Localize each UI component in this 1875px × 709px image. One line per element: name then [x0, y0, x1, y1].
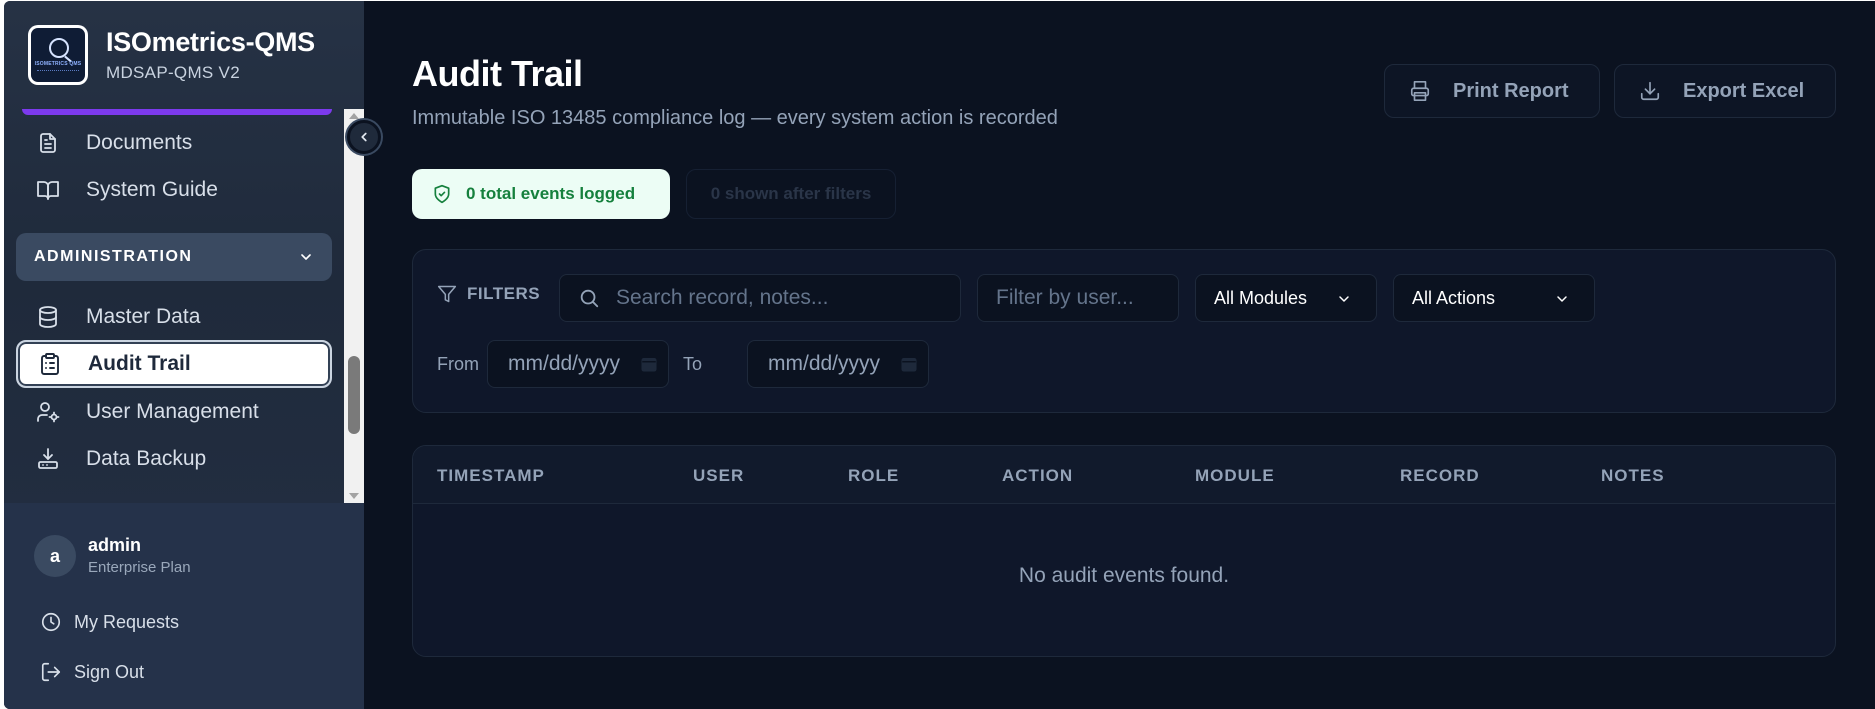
brand-subtitle: MDSAP-QMS V2	[106, 63, 240, 82]
document-icon	[34, 129, 62, 157]
chevron-down-icon	[1339, 296, 1349, 302]
export-excel-label: Export Excel	[1683, 79, 1805, 102]
sidebar-nav: Documents System Guide ADMINISTRATION Ma…	[4, 109, 364, 503]
page-subtitle: Immutable ISO 13485 compliance log — eve…	[412, 107, 1058, 129]
sign-out-link[interactable]: Sign Out	[40, 661, 144, 683]
audit-table: TIMESTAMP USER ROLE ACTION MODULE RECORD…	[412, 445, 1836, 657]
book-icon	[34, 176, 62, 204]
shield-check-icon	[434, 184, 450, 204]
filters-heading: FILTERS	[437, 284, 540, 304]
from-date-placeholder: mm/dd/yyyy	[508, 352, 621, 375]
total-events-badge: 0 total events logged	[412, 169, 670, 219]
column-header-role[interactable]: ROLE	[848, 466, 899, 486]
shown-after-filters-badge: 0 shown after filters	[686, 169, 896, 219]
my-requests-label: My Requests	[74, 611, 180, 632]
table-header: TIMESTAMP USER ROLE ACTION MODULE RECORD…	[413, 446, 1835, 504]
user-name: admin	[88, 535, 142, 555]
download-icon	[1640, 81, 1660, 101]
avatar[interactable]: a	[34, 535, 76, 577]
from-date-input[interactable]: mm/dd/yyyy	[487, 340, 669, 388]
to-date-placeholder: mm/dd/yyyy	[768, 352, 881, 375]
empty-state-message: No audit events found.	[1018, 564, 1230, 587]
sidebar-item-user-management[interactable]: User Management	[16, 388, 332, 436]
brand-title: ISOmetrics-QMS	[106, 27, 315, 57]
filter-icon	[437, 285, 457, 303]
sign-out-label: Sign Out	[74, 661, 145, 682]
sidebar-item-label: Data Backup	[86, 447, 207, 470]
collapse-sidebar-button[interactable]	[347, 120, 381, 154]
sidebar-item-label: Audit Trail	[88, 352, 191, 375]
sidebar-item-system-guide[interactable]: System Guide	[16, 166, 332, 214]
user-plan: Enterprise Plan	[88, 559, 191, 576]
sidebar-item-label: Documents	[86, 131, 193, 154]
sidebar-item-label: Master Data	[86, 305, 201, 328]
to-date-input[interactable]: mm/dd/yyyy	[747, 340, 929, 388]
page-title: Audit Trail	[412, 53, 583, 94]
scroll-down-arrow[interactable]	[349, 493, 359, 499]
user-panel: a admin Enterprise Plan My Requests Sign…	[4, 503, 364, 709]
sidebar: ISOMETRICS QMS ISOmetrics-QMS MDSAP-QMS …	[4, 1, 364, 709]
user-filter-input[interactable]: Filter by user...	[977, 274, 1179, 322]
sidebar-item-label: User Management	[86, 400, 259, 423]
to-label: To	[683, 354, 703, 374]
clock-icon	[41, 612, 61, 632]
chevron-down-icon	[1557, 296, 1567, 302]
sidebar-item-audit-trail[interactable]: Audit Trail	[16, 340, 332, 388]
user-gear-icon	[34, 398, 62, 426]
column-header-timestamp[interactable]: TIMESTAMP	[437, 466, 545, 486]
main-content: Audit Trail Immutable ISO 13485 complian…	[364, 1, 1875, 709]
user-filter-placeholder: Filter by user...	[996, 286, 1134, 309]
action-select[interactable]: All Actions	[1393, 274, 1595, 322]
print-report-label: Print Report	[1453, 79, 1569, 102]
sidebar-item-data-backup[interactable]: Data Backup	[16, 435, 332, 483]
search-icon	[580, 289, 599, 308]
column-header-notes[interactable]: NOTES	[1601, 466, 1665, 486]
backup-icon	[34, 445, 62, 473]
my-requests-link[interactable]: My Requests	[40, 611, 179, 633]
from-label: From	[437, 354, 479, 374]
section-label: ADMINISTRATION	[34, 248, 193, 265]
scroll-up-arrow[interactable]	[349, 113, 359, 119]
filters-panel: FILTERS Search record, notes... Filter b…	[412, 249, 1836, 413]
brand-logo: ISOMETRICS QMS	[28, 25, 88, 85]
chevron-down-icon	[301, 254, 311, 260]
sidebar-item-documents[interactable]: Documents	[16, 119, 332, 167]
app-window: ISOMETRICS QMS ISOmetrics-QMS MDSAP-QMS …	[4, 1, 1875, 709]
module-select-value: All Modules	[1214, 287, 1308, 308]
clipboard-icon	[36, 350, 64, 378]
total-events-label: 0 total events logged	[466, 184, 636, 203]
print-report-button[interactable]: Print Report	[1384, 64, 1600, 118]
search-placeholder: Search record, notes...	[616, 286, 829, 309]
sign-out-icon	[41, 662, 61, 682]
sidebar-item-master-data[interactable]: Master Data	[16, 293, 332, 341]
column-header-module[interactable]: MODULE	[1195, 466, 1275, 486]
calendar-icon[interactable]	[900, 355, 918, 373]
database-icon	[34, 303, 62, 331]
calendar-icon[interactable]	[640, 355, 658, 373]
search-input[interactable]: Search record, notes...	[559, 274, 961, 322]
active-group-indicator	[22, 109, 332, 115]
column-header-user[interactable]: USER	[693, 466, 744, 486]
action-select-value: All Actions	[1412, 287, 1496, 308]
sidebar-scrollbar[interactable]	[344, 109, 364, 503]
export-excel-button[interactable]: Export Excel	[1614, 64, 1836, 118]
module-select[interactable]: All Modules	[1195, 274, 1377, 322]
sidebar-section-administration[interactable]: ADMINISTRATION	[16, 233, 332, 281]
column-header-action[interactable]: ACTION	[1002, 466, 1073, 486]
filters-label: FILTERS	[467, 284, 541, 303]
brand-header: ISOMETRICS QMS ISOmetrics-QMS MDSAP-QMS …	[4, 1, 364, 109]
scroll-thumb[interactable]	[348, 356, 360, 434]
printer-icon	[1410, 81, 1430, 101]
sidebar-item-label: System Guide	[86, 178, 218, 201]
chevron-left-icon	[361, 132, 367, 142]
column-header-record[interactable]: RECORD	[1400, 466, 1480, 486]
